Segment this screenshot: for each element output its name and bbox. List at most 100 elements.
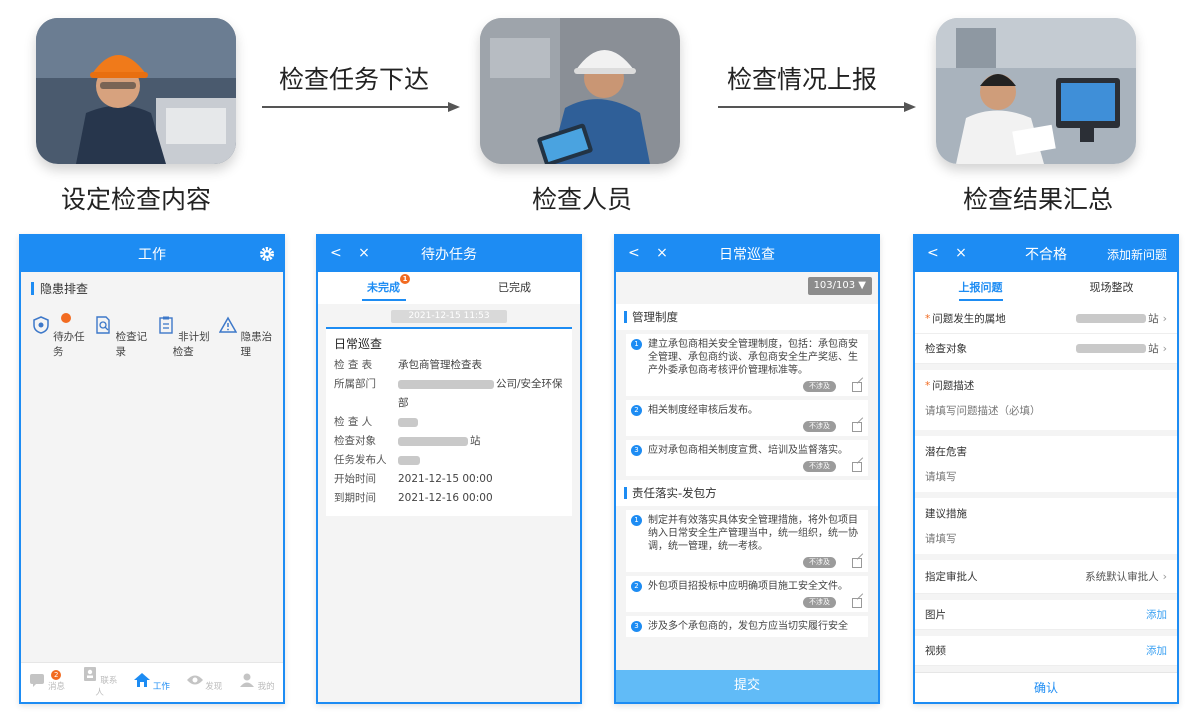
na-toggle[interactable]: 不涉及 [803, 461, 836, 472]
tab-label: 未完成 [367, 281, 400, 294]
tab-messages[interactable]: 2 消息 [25, 670, 69, 692]
field-row: 检 查 人 [334, 413, 564, 432]
item-text: 应对承包商相关制度宣贯、培训及监督落实。 [648, 445, 848, 456]
tab-label: 已完成 [498, 281, 531, 294]
back-close-nav[interactable]: < × [330, 245, 376, 261]
redacted-text [398, 417, 418, 427]
user-icon [239, 673, 254, 687]
tab-onsite-fix[interactable]: 现场整改 [1046, 272, 1177, 304]
checklist-item[interactable]: 3 涉及多个承包商的，发包方应当切实履行安全 [626, 616, 868, 637]
field-value: 2021-12-16 00:00 [398, 492, 493, 504]
home-icon [134, 673, 151, 687]
na-toggle[interactable]: 不涉及 [803, 557, 836, 568]
edit-icon[interactable] [852, 461, 862, 472]
pending-badge: 1 [400, 274, 410, 284]
gear-icon[interactable] [259, 246, 275, 262]
required-mark: * [925, 380, 931, 392]
page-title: 不合格 [1025, 247, 1067, 263]
item-number: 2 [631, 581, 642, 592]
tab-work[interactable]: 工作 [130, 673, 174, 692]
tab-pending[interactable]: 未完成 1 [318, 272, 449, 304]
flow-arrow-right-icon [718, 102, 916, 112]
task-title: 日常巡查 [334, 337, 383, 351]
description-field[interactable]: * 问题描述 请填写问题描述（必填） [915, 370, 1177, 430]
confirm-button[interactable]: 确认 [915, 672, 1177, 702]
edit-icon[interactable] [852, 421, 862, 432]
field-row: 开始时间 2021-12-15 00:00 [334, 470, 564, 489]
submit-button[interactable]: 提交 [616, 670, 878, 702]
video-field: 视频 添加 [915, 636, 1177, 666]
description-input[interactable]: 请填写问题描述（必填） [925, 403, 1167, 418]
grid-item-unplanned[interactable]: 非计划检查 [153, 316, 213, 359]
item-text: 建立承包商相关安全管理制度，包括：承包商安全管理、承包商约谈、承包商安全生产奖惩… [648, 339, 858, 376]
na-toggle[interactable]: 不涉及 [803, 421, 836, 432]
page-title: 日常巡查 [719, 247, 775, 263]
required-mark: * [925, 313, 931, 325]
tab-profile[interactable]: 我的 [235, 673, 279, 692]
phone-todo-screen: < × 待办任务 未完成 1 已完成 2021-12-15 11:53 日常巡查… [316, 234, 582, 704]
tab-discover[interactable]: 发现 [182, 673, 226, 692]
checklist-item[interactable]: 1 制定并有效落实具体安全管理措施，将外包项目纳入日常安全生产管理当中，统一组织… [626, 510, 868, 572]
task-card[interactable]: 日常巡查 检 查 表 承包商管理检查表 所属部门 公司/安全环保部 检 查 人 … [326, 327, 572, 516]
edit-icon[interactable] [852, 381, 862, 392]
notification-badge [61, 313, 72, 323]
checklist-item[interactable]: 2 相关制度经审核后发布。 不涉及 [626, 400, 868, 436]
field-value: 承包商管理检查表 [398, 359, 482, 371]
item-number: 1 [631, 339, 642, 350]
field-label: 问题发生的属地 [932, 313, 1006, 325]
tab-contacts[interactable]: 联系人 [78, 667, 122, 698]
edit-icon[interactable] [852, 557, 862, 568]
hazard-input[interactable]: 请填写 [925, 469, 1167, 484]
item-number: 3 [631, 445, 642, 456]
field-label: 视频 [925, 645, 946, 657]
caption-set-content: 设定检查内容 [60, 185, 211, 214]
tab-completed[interactable]: 已完成 [449, 272, 580, 304]
record-doc-icon [96, 316, 111, 334]
page-title: 待办任务 [421, 247, 477, 263]
item-text: 相关制度经审核后发布。 [648, 405, 758, 416]
photo-set-inspection [36, 18, 236, 164]
field-label: 潜在危害 [925, 446, 967, 458]
measure-field[interactable]: 建议措施 请填写 [915, 498, 1177, 554]
field-value: 站 [470, 435, 481, 447]
page-title: 工作 [138, 247, 166, 263]
field-label: 检查对象 [925, 343, 967, 355]
na-toggle[interactable]: 不涉及 [803, 597, 836, 608]
na-toggle[interactable]: 不涉及 [803, 381, 836, 392]
grid-item-label: 非计划检查 [172, 331, 210, 358]
tab-report-issue[interactable]: 上报问题 [915, 272, 1046, 304]
edit-icon[interactable] [852, 597, 862, 608]
message-icon [30, 674, 45, 687]
field-row: 检 查 表 承包商管理检查表 [334, 356, 564, 375]
checklist-item[interactable]: 2 外包项目招投标中应明确项目施工安全文件。 不涉及 [626, 576, 868, 612]
date-stamp: 2021-12-15 11:53 [391, 310, 507, 323]
status-tabs: 未完成 1 已完成 [318, 272, 580, 304]
grid-item-label: 待办任务 [53, 331, 85, 358]
app-header: < × 待办任务 [318, 236, 580, 272]
grid-item-records[interactable]: 检查记录 [91, 316, 151, 359]
section-header: 责任落实-发包方 [616, 480, 878, 506]
tab-label: 上报问题 [958, 281, 1003, 294]
chevron-right-icon: › [1162, 570, 1167, 583]
back-close-nav[interactable]: < × [628, 245, 674, 261]
measure-input[interactable]: 请填写 [925, 531, 1167, 546]
location-field[interactable]: * 问题发生的属地 站 › [915, 304, 1177, 334]
photo-summary [936, 18, 1136, 164]
progress-counter[interactable]: 103/103 ▼ [807, 277, 872, 295]
tab-label: 工作 [152, 682, 170, 692]
message-badge: 2 [51, 670, 62, 680]
checklist-item[interactable]: 3 应对承包商相关制度宣贯、培训及监督落实。 不涉及 [626, 440, 868, 476]
add-issue-button[interactable]: 添加新问题 [1107, 246, 1167, 263]
add-video-button[interactable]: 添加 [1146, 643, 1167, 658]
checklist-item[interactable]: 1 建立承包商相关安全管理制度，包括：承包商安全管理、承包商约谈、承包商安全生产… [626, 334, 868, 396]
add-image-button[interactable]: 添加 [1146, 607, 1167, 622]
grid-item-todo[interactable]: 待办任务 [28, 313, 88, 359]
back-close-nav[interactable]: < × [927, 245, 973, 261]
counter-text: 103/103 [813, 280, 856, 291]
object-field[interactable]: 检查对象 站 › [915, 334, 1177, 364]
hazard-field[interactable]: 潜在危害 请填写 [915, 436, 1177, 492]
grid-item-hazard[interactable]: 隐患治理 [216, 316, 276, 359]
eye-icon [186, 675, 203, 685]
approver-field[interactable]: 指定审批人 系统默认审批人 › [915, 560, 1177, 594]
contacts-icon [83, 667, 96, 681]
